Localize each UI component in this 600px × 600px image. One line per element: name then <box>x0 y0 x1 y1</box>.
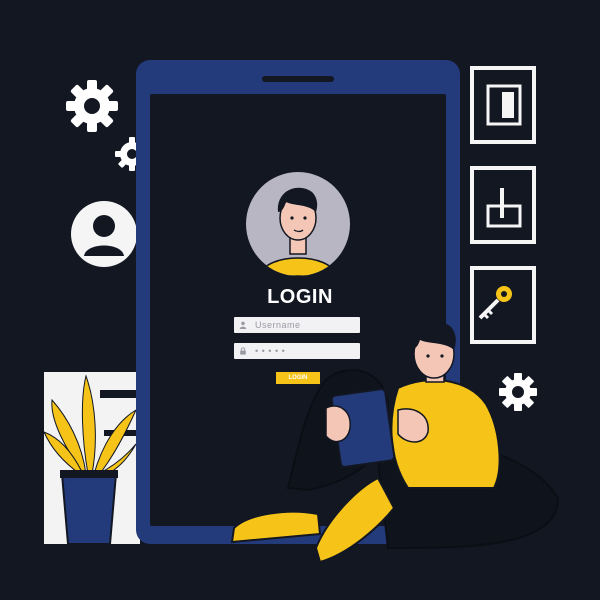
tile-top <box>470 66 536 144</box>
layout-icon <box>486 84 522 126</box>
user-icon <box>71 201 137 267</box>
person-with-phone-illustration <box>230 322 560 564</box>
tile-middle <box>470 166 536 244</box>
lock-icon <box>486 188 522 228</box>
gear-icon <box>66 80 118 132</box>
phone-speaker <box>262 76 334 82</box>
plant-illustration <box>43 374 150 545</box>
avatar-person-icon <box>259 187 337 276</box>
profile-avatar <box>246 172 350 276</box>
